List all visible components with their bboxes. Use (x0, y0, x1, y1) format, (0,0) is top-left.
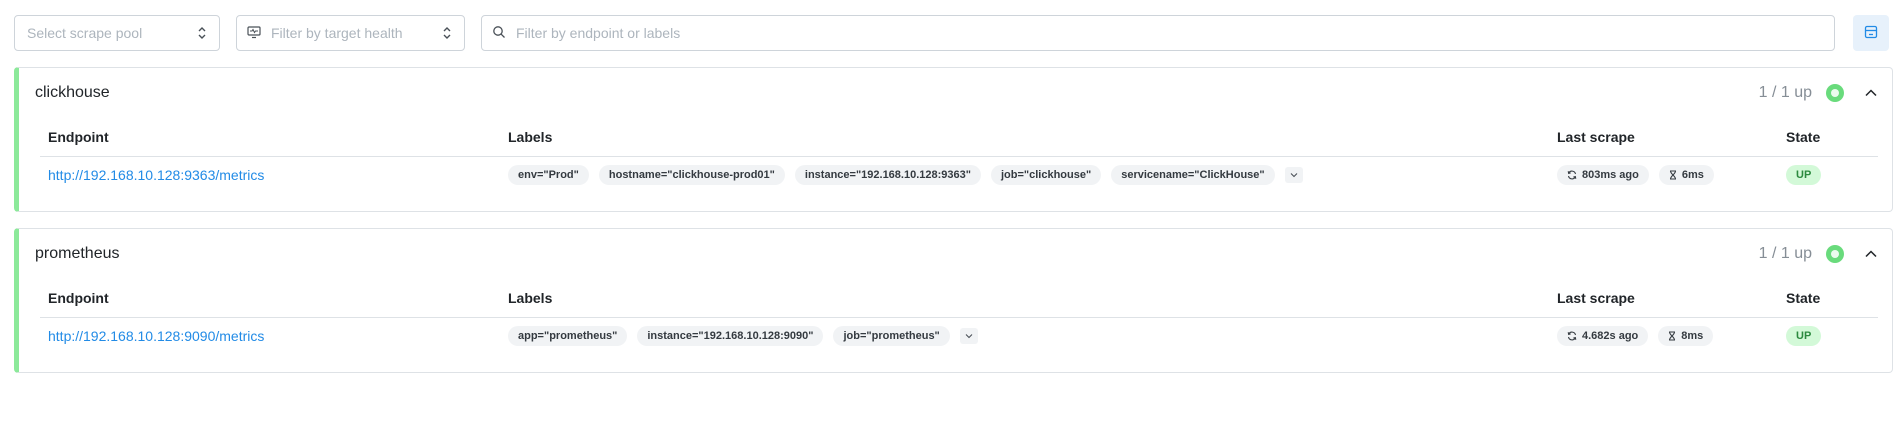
pool-header[interactable]: clickhouse 1 / 1 up (19, 68, 1892, 118)
toolbar: Select scrape pool Filter by target heal… (14, 15, 1889, 51)
chevron-up-down-icon (197, 25, 207, 41)
chevron-up-down-icon (442, 25, 452, 41)
label-badge: instance="192.168.10.128:9363" (794, 165, 981, 186)
table-row: http://192.168.10.128:9363/metrics env="… (40, 156, 1878, 194)
search-placeholder: Filter by endpoint or labels (516, 25, 681, 41)
scrape-pool-select[interactable]: Select scrape pool (14, 15, 220, 51)
column-state: State (1778, 279, 1878, 318)
refresh-icon (1567, 170, 1577, 180)
column-last-scrape: Last scrape (1549, 118, 1778, 157)
scrape-pool-placeholder: Select scrape pool (27, 25, 143, 41)
refresh-icon (1567, 331, 1577, 341)
endpoint-link[interactable]: http://192.168.10.128:9363/metrics (48, 167, 264, 183)
target-health-placeholder: Filter by target health (271, 25, 403, 41)
scrape-duration-badge: 8ms (1658, 326, 1714, 347)
column-labels: Labels (500, 118, 1549, 157)
targets-table: Endpoint Labels Last scrape State http:/… (40, 279, 1878, 355)
health-ring-icon (1826, 245, 1844, 263)
column-endpoint: Endpoint (40, 118, 500, 157)
column-state: State (1778, 118, 1878, 157)
state-badge: UP (1786, 326, 1822, 347)
hourglass-icon (1669, 331, 1676, 341)
state-badge: UP (1786, 165, 1822, 186)
chevron-down-icon (965, 334, 973, 339)
endpoint-link[interactable]: http://192.168.10.128:9090/metrics (48, 328, 264, 344)
table-row: http://192.168.10.128:9090/metrics app="… (40, 317, 1878, 355)
label-badge: env="Prod" (508, 165, 589, 186)
label-badge: servicename="ClickHouse" (1111, 165, 1275, 186)
chevron-up-icon[interactable] (1864, 247, 1878, 261)
scrape-duration-badge: 6ms (1658, 165, 1714, 186)
chevron-up-icon[interactable] (1864, 86, 1878, 100)
health-ring-icon (1826, 84, 1844, 102)
collapse-all-button[interactable] (1853, 15, 1889, 51)
last-scrape-badge: 4.682s ago (1557, 326, 1649, 347)
last-scrape-badge: 803ms ago (1557, 165, 1649, 186)
pool-name: clickhouse (35, 84, 110, 101)
label-badge: job="prometheus" (833, 326, 950, 347)
label-list: env="Prod" hostname="clickhouse-prod01" … (508, 165, 1541, 186)
target-health-filter[interactable]: Filter by target health (236, 15, 465, 51)
label-badge: hostname="clickhouse-prod01" (598, 165, 785, 186)
endpoint-search-input[interactable]: Filter by endpoint or labels (481, 15, 1835, 51)
column-labels: Labels (500, 279, 1549, 318)
scrape-pool-prometheus: prometheus 1 / 1 up Endpoint Labels Last… (14, 228, 1893, 373)
targets-table: Endpoint Labels Last scrape State http:/… (40, 118, 1878, 194)
pool-header[interactable]: prometheus 1 / 1 up (19, 229, 1892, 279)
chevron-down-icon (1290, 173, 1298, 178)
show-more-labels-button[interactable] (959, 328, 978, 345)
label-badge: app="prometheus" (508, 326, 628, 347)
show-more-labels-button[interactable] (1284, 167, 1303, 184)
label-badge: job="clickhouse" (990, 165, 1102, 186)
layout-collapse-icon (1864, 25, 1878, 42)
column-endpoint: Endpoint (40, 279, 500, 318)
label-list: app="prometheus" instance="192.168.10.12… (508, 326, 1541, 347)
pool-name: prometheus (35, 245, 120, 262)
pool-health-summary: 1 / 1 up (1758, 84, 1812, 101)
hourglass-icon (1669, 170, 1676, 180)
pool-health-summary: 1 / 1 up (1758, 245, 1812, 262)
label-badge: instance="192.168.10.128:9090" (637, 326, 824, 347)
scrape-pool-clickhouse: clickhouse 1 / 1 up Endpoint Labels Last… (14, 67, 1893, 212)
search-icon (492, 25, 506, 42)
column-last-scrape: Last scrape (1549, 279, 1778, 318)
monitor-heart-icon (247, 25, 261, 42)
